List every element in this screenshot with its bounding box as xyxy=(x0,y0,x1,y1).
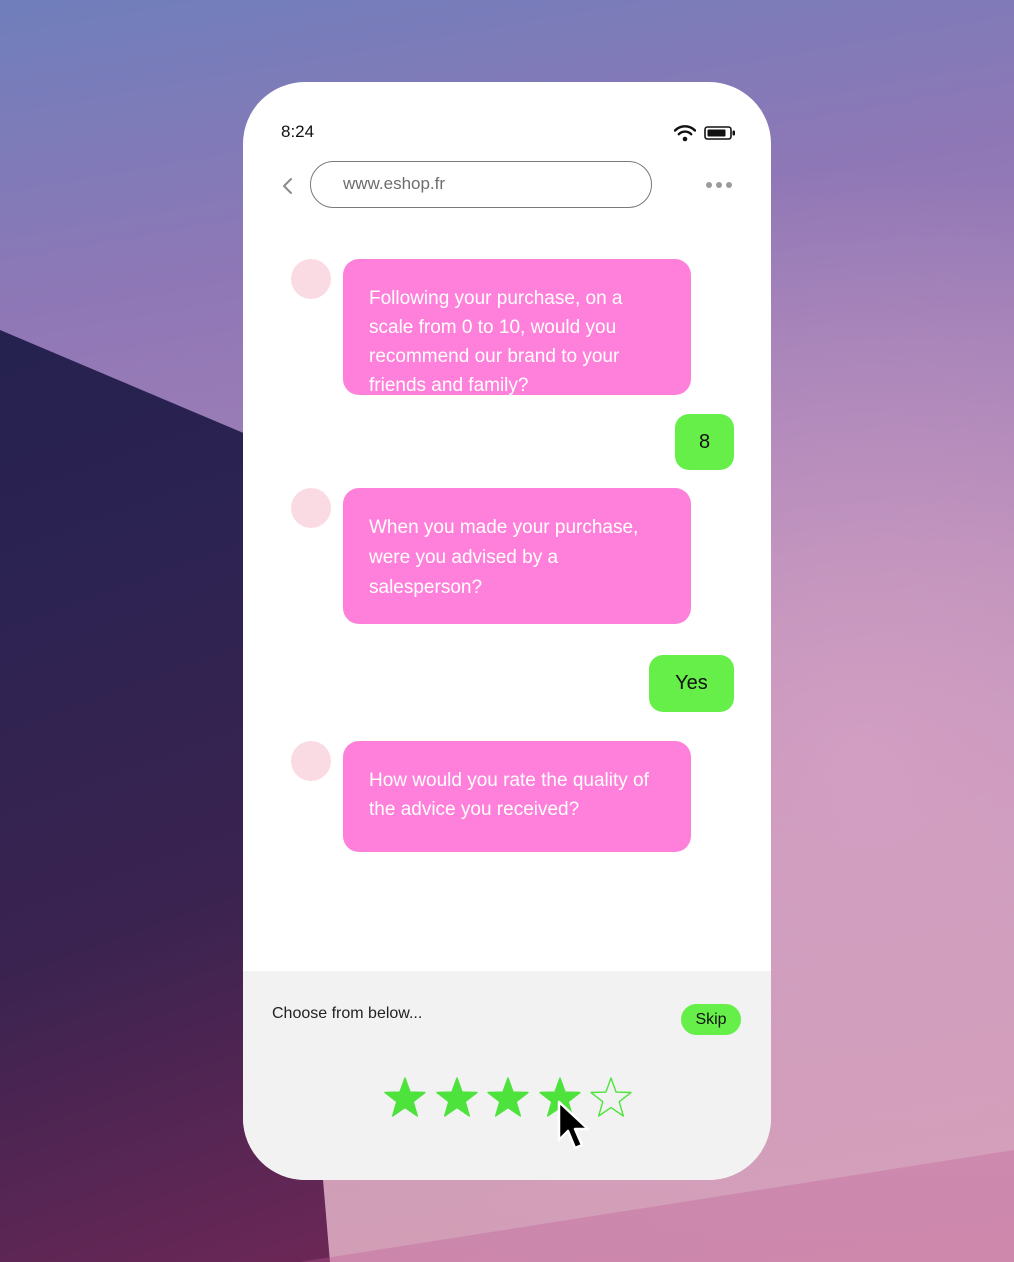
answer-panel: Choose from below... Skip xyxy=(243,971,771,1180)
star-icon[interactable] xyxy=(434,1075,480,1121)
bot-avatar xyxy=(291,259,331,299)
url-bar[interactable]: www.eshop.fr xyxy=(310,161,652,208)
bot-avatar xyxy=(291,488,331,528)
bot-message: Following your purchase, on a scale from… xyxy=(343,259,691,396)
bot-avatar xyxy=(291,741,331,781)
star-icon[interactable] xyxy=(485,1075,531,1121)
phone-screen: 8:24 www.eshop.fr Following your purchas… xyxy=(243,82,771,1180)
user-message: 8 xyxy=(675,414,734,470)
bot-message: When you made your purchase, were you ad… xyxy=(343,488,691,624)
chevron-left-icon[interactable] xyxy=(281,176,295,196)
mouse-pointer-icon xyxy=(557,1100,590,1150)
wifi-icon xyxy=(674,125,696,142)
skip-button[interactable]: Skip xyxy=(681,1004,741,1035)
bot-message: How would you rate the quality of the ad… xyxy=(343,741,691,852)
battery-icon xyxy=(704,126,735,140)
star-icon[interactable] xyxy=(382,1075,428,1121)
status-time: 8:24 xyxy=(281,122,315,141)
answer-prompt: Choose from below... xyxy=(272,1005,423,1022)
user-message: Yes xyxy=(649,655,734,712)
more-horizontal-icon[interactable] xyxy=(705,180,733,190)
